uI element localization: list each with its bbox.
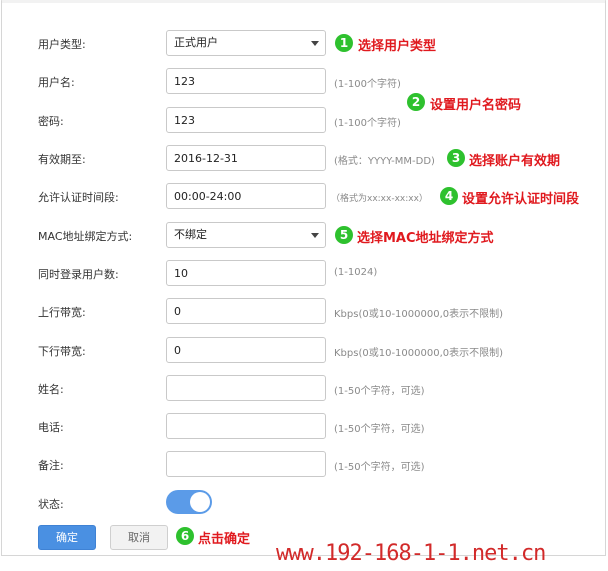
chevron-down-icon bbox=[311, 41, 319, 46]
download-bandwidth-label: 下行带宽: bbox=[38, 345, 86, 358]
name-input[interactable] bbox=[166, 375, 326, 401]
remark-label: 备注: bbox=[38, 459, 64, 472]
user-type-value: 正式用户 bbox=[174, 36, 218, 49]
username-hint: (1-100个字符) bbox=[334, 79, 401, 90]
upload-bandwidth-label: 上行带宽: bbox=[38, 306, 86, 319]
mac-binding-label: MAC地址绑定方式: bbox=[38, 230, 133, 243]
auth-period-input[interactable] bbox=[166, 183, 326, 209]
max-logins-label: 同时登录用户数: bbox=[38, 268, 119, 281]
name-hint: (1-50个字符，可选) bbox=[334, 386, 425, 397]
download-bandwidth-hint: Kbps(0或10-1000000,0表示不限制) bbox=[334, 348, 504, 359]
password-hint: (1-100个字符) bbox=[334, 118, 401, 129]
auth-period-label: 允许认证时间段: bbox=[38, 191, 119, 204]
row-phone: 电话: (1-50个字符，可选) bbox=[0, 413, 608, 439]
max-logins-input[interactable] bbox=[166, 260, 326, 286]
row-mac-binding: MAC地址绑定方式: 不绑定 bbox=[0, 222, 608, 248]
mac-binding-select[interactable]: 不绑定 bbox=[166, 222, 326, 248]
phone-label: 电话: bbox=[38, 421, 64, 434]
expiry-label: 有效期至: bbox=[38, 153, 86, 166]
download-bandwidth-input[interactable] bbox=[166, 337, 326, 363]
step-badge-3: 3 bbox=[447, 149, 465, 167]
step-note-4: 设置允许认证时间段 bbox=[462, 192, 580, 207]
password-input[interactable] bbox=[166, 107, 326, 133]
step-note-6: 点击确定 bbox=[198, 532, 251, 547]
row-user-type: 用户类型: 正式用户 bbox=[0, 30, 608, 56]
upload-bandwidth-input[interactable] bbox=[166, 298, 326, 324]
remark-hint: (1-50个字符，可选) bbox=[334, 462, 425, 473]
name-label: 姓名: bbox=[38, 383, 64, 396]
mac-binding-value: 不绑定 bbox=[174, 228, 207, 241]
status-toggle[interactable] bbox=[166, 490, 212, 514]
upload-bandwidth-hint: Kbps(0或10-1000000,0表示不限制) bbox=[334, 309, 504, 320]
step-note-5: 选择MAC地址绑定方式 bbox=[357, 231, 494, 246]
step-note-2: 设置用户名密码 bbox=[430, 98, 522, 113]
expiry-hint: (格式：YYYY-MM-DD) bbox=[334, 156, 435, 167]
expiry-input[interactable] bbox=[166, 145, 326, 171]
phone-input[interactable] bbox=[166, 413, 326, 439]
step-badge-6: 6 bbox=[176, 527, 194, 545]
auth-period-hint: （格式为xx:xx-xx:xx） bbox=[331, 194, 428, 204]
cancel-button[interactable]: 取消 bbox=[110, 525, 168, 550]
chevron-down-icon bbox=[311, 233, 319, 238]
step-badge-4: 4 bbox=[440, 187, 458, 205]
row-username: 用户名: (1-100个字符) bbox=[0, 68, 608, 94]
phone-hint: (1-50个字符，可选) bbox=[334, 424, 425, 435]
top-divider bbox=[2, 0, 605, 3]
confirm-button[interactable]: 确定 bbox=[38, 525, 96, 550]
row-max-logins: 同时登录用户数: (1-1024) bbox=[0, 260, 608, 286]
max-logins-hint: (1-1024) bbox=[334, 267, 378, 278]
step-note-3: 选择账户有效期 bbox=[469, 154, 561, 169]
row-download-bandwidth: 下行带宽: Kbps(0或10-1000000,0表示不限制) bbox=[0, 337, 608, 363]
toggle-knob bbox=[190, 492, 210, 512]
username-label: 用户名: bbox=[38, 76, 75, 89]
username-input[interactable] bbox=[166, 68, 326, 94]
row-remark: 备注: (1-50个字符，可选) bbox=[0, 451, 608, 477]
site-watermark: www.192-168-1-1.net.cn bbox=[276, 541, 546, 566]
user-type-label: 用户类型: bbox=[38, 38, 86, 51]
status-label: 状态: bbox=[38, 498, 64, 511]
row-name: 姓名: (1-50个字符，可选) bbox=[0, 375, 608, 401]
row-upload-bandwidth: 上行带宽: Kbps(0或10-1000000,0表示不限制) bbox=[0, 298, 608, 324]
password-label: 密码: bbox=[38, 115, 64, 128]
step-badge-5: 5 bbox=[335, 226, 353, 244]
step-badge-1: 1 bbox=[335, 34, 353, 52]
remark-input[interactable] bbox=[166, 451, 326, 477]
step-badge-2: 2 bbox=[407, 93, 425, 111]
user-type-select[interactable]: 正式用户 bbox=[166, 30, 326, 56]
step-note-1: 选择用户类型 bbox=[358, 39, 437, 54]
